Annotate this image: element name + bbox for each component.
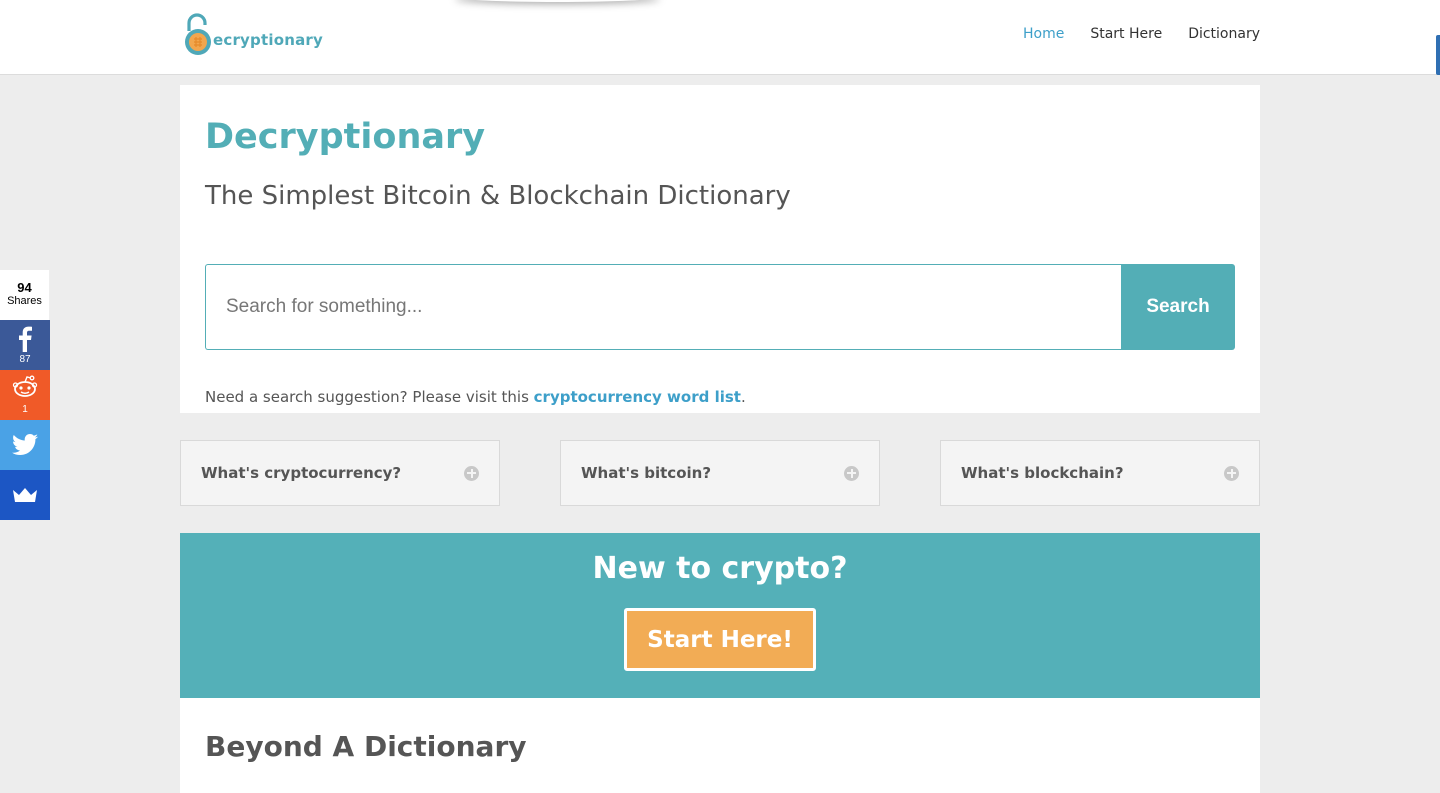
main-nav: Home Start Here Dictionary (1023, 26, 1260, 42)
reddit-count: 1 (22, 404, 28, 415)
start-here-button[interactable]: Start Here! (624, 608, 816, 671)
page-subtitle: The Simplest Bitcoin & Blockchain Dictio… (205, 181, 791, 211)
plus-circle-icon (844, 465, 859, 481)
share-total-count: 94 (17, 280, 32, 295)
toggle-bitcoin[interactable]: What's bitcoin? (560, 440, 880, 506)
search-suggestion: Need a search suggestion? Please visit t… (205, 388, 746, 406)
search-input[interactable] (205, 264, 1121, 350)
share-bar: 94 Shares 87 1 (0, 270, 50, 520)
side-tab[interactable] (1436, 35, 1440, 75)
section-title: Beyond A Dictionary (205, 730, 527, 763)
nav-dictionary[interactable]: Dictionary (1188, 26, 1260, 42)
twitter-icon (12, 434, 38, 455)
reddit-icon (12, 375, 38, 397)
reddit-share-button[interactable]: 1 (0, 370, 50, 420)
search-button[interactable]: Search (1121, 264, 1235, 350)
plus-circle-icon (1224, 465, 1239, 481)
toggle-cryptocurrency[interactable]: What's cryptocurrency? (180, 440, 500, 506)
popup-shadow (455, 0, 660, 2)
site-header: ecryptionary Home Start Here Dictionary (0, 0, 1440, 75)
twitter-share-button[interactable] (0, 420, 50, 470)
facebook-count: 87 (19, 354, 31, 365)
nav-start-here[interactable]: Start Here (1090, 26, 1162, 42)
hero-section: Decryptionary The Simplest Bitcoin & Blo… (180, 85, 1260, 413)
cta-title: New to crypto? (592, 551, 848, 586)
crown-icon (13, 488, 37, 502)
toggle-label: What's bitcoin? (581, 464, 712, 482)
beyond-section: Beyond A Dictionary (180, 698, 1260, 793)
site-logo[interactable]: ecryptionary (183, 13, 323, 57)
plus-circle-icon (464, 465, 479, 481)
facebook-icon (19, 326, 32, 352)
toggle-label: What's cryptocurrency? (201, 464, 402, 482)
logo-text: ecryptionary (213, 31, 323, 49)
cta-banner: New to crypto? Start Here! (180, 533, 1260, 698)
toggle-label: What's blockchain? (961, 464, 1124, 482)
share-total: 94 Shares (0, 270, 50, 320)
padlock-logo-icon (183, 13, 213, 57)
share-total-label: Shares (7, 295, 42, 307)
sumome-share-button[interactable] (0, 470, 50, 520)
suggestion-text: Need a search suggestion? Please visit t… (205, 388, 534, 406)
toggle-blockchain[interactable]: What's blockchain? (940, 440, 1260, 506)
nav-home[interactable]: Home (1023, 26, 1064, 42)
search-form: Search (205, 264, 1235, 350)
suggestion-end: . (740, 388, 746, 406)
word-list-link[interactable]: cryptocurrency word list (534, 388, 741, 406)
page-title: Decryptionary (205, 117, 486, 157)
facebook-share-button[interactable]: 87 (0, 320, 50, 370)
